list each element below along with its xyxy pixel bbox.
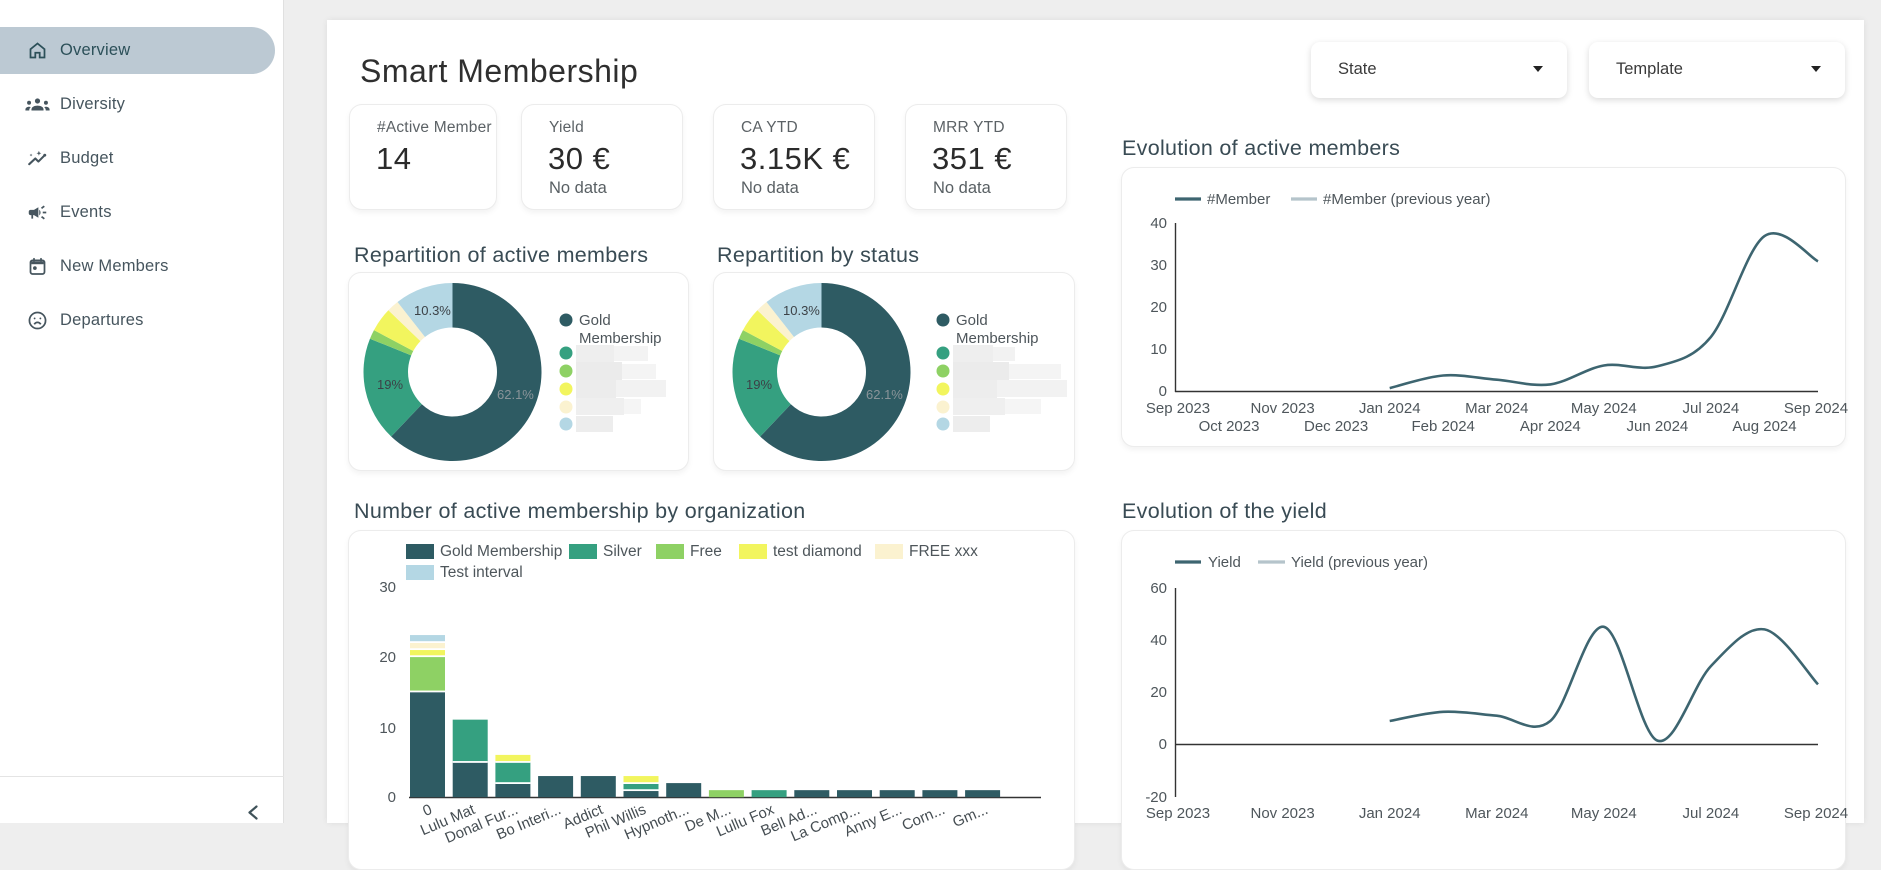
- svg-text:10: 10: [1150, 341, 1167, 358]
- svg-text:Sep 2023: Sep 2023: [1146, 400, 1210, 417]
- svg-text:Gold Membership: Gold Membership: [440, 543, 562, 560]
- svg-text:May 2024: May 2024: [1571, 805, 1637, 822]
- svg-text:Mar 2024: Mar 2024: [1465, 805, 1528, 822]
- svg-text:Silver: Silver: [603, 543, 642, 560]
- svg-text:62.1%: 62.1%: [866, 387, 903, 402]
- svg-text:Membership: Membership: [956, 330, 1039, 347]
- svg-text:Aug 2024: Aug 2024: [1732, 418, 1796, 435]
- svg-text:0: 0: [1159, 383, 1167, 400]
- svg-text:Jan 2024: Jan 2024: [1359, 400, 1421, 417]
- svg-text:40: 40: [1150, 632, 1167, 649]
- svg-text:19%: 19%: [746, 377, 772, 392]
- svg-text:10: 10: [379, 720, 396, 737]
- svg-text:Membership: Membership: [579, 330, 662, 347]
- svg-text:-20: -20: [1145, 789, 1167, 806]
- svg-text:test diamond: test diamond: [773, 543, 862, 560]
- svg-text:20: 20: [1150, 684, 1167, 701]
- svg-text:10.3%: 10.3%: [783, 303, 820, 318]
- svg-text:Jun 2024: Jun 2024: [1627, 418, 1689, 435]
- svg-text:Jul 2024: Jul 2024: [1683, 400, 1740, 417]
- svg-text:Gm...: Gm...: [950, 801, 990, 831]
- svg-text:62.1%: 62.1%: [497, 387, 534, 402]
- svg-text:Yield: Yield: [1208, 554, 1241, 571]
- svg-text:Test interval: Test interval: [440, 564, 523, 581]
- svg-text:Free: Free: [690, 543, 722, 560]
- svg-text:Dec 2023: Dec 2023: [1304, 418, 1368, 435]
- svg-text:Sep 2023: Sep 2023: [1146, 805, 1210, 822]
- svg-text:Gold: Gold: [579, 312, 611, 329]
- svg-text:#Member (previous year): #Member (previous year): [1323, 191, 1491, 208]
- svg-text:0: 0: [1159, 736, 1167, 753]
- svg-text:May 2024: May 2024: [1571, 400, 1637, 417]
- svg-text:Corn...: Corn...: [899, 801, 947, 834]
- svg-text:Yield (previous year): Yield (previous year): [1291, 554, 1428, 571]
- svg-text:60: 60: [1150, 580, 1167, 597]
- svg-text:Mar 2024: Mar 2024: [1465, 400, 1528, 417]
- svg-text:20: 20: [1150, 299, 1167, 316]
- svg-text:40: 40: [1150, 215, 1167, 232]
- svg-text:Feb 2024: Feb 2024: [1412, 418, 1475, 435]
- svg-text:Jan 2024: Jan 2024: [1359, 805, 1421, 822]
- svg-text:0: 0: [388, 789, 396, 806]
- svg-text:FREE xxx: FREE xxx: [909, 543, 978, 560]
- svg-text:20: 20: [379, 649, 396, 666]
- svg-text:Nov 2023: Nov 2023: [1250, 400, 1314, 417]
- svg-text:Sep 2024: Sep 2024: [1784, 805, 1848, 822]
- svg-text:Nov 2023: Nov 2023: [1250, 805, 1314, 822]
- svg-text:30: 30: [379, 579, 396, 596]
- svg-text:10.3%: 10.3%: [414, 303, 451, 318]
- svg-text:Apr 2024: Apr 2024: [1520, 418, 1581, 435]
- svg-text:Oct 2023: Oct 2023: [1199, 418, 1260, 435]
- svg-text:Jul 2024: Jul 2024: [1683, 805, 1740, 822]
- svg-text:Gold: Gold: [956, 312, 988, 329]
- svg-text:#Member: #Member: [1207, 191, 1270, 208]
- svg-text:30: 30: [1150, 257, 1167, 274]
- svg-text:19%: 19%: [377, 377, 403, 392]
- svg-text:Sep 2024: Sep 2024: [1784, 400, 1848, 417]
